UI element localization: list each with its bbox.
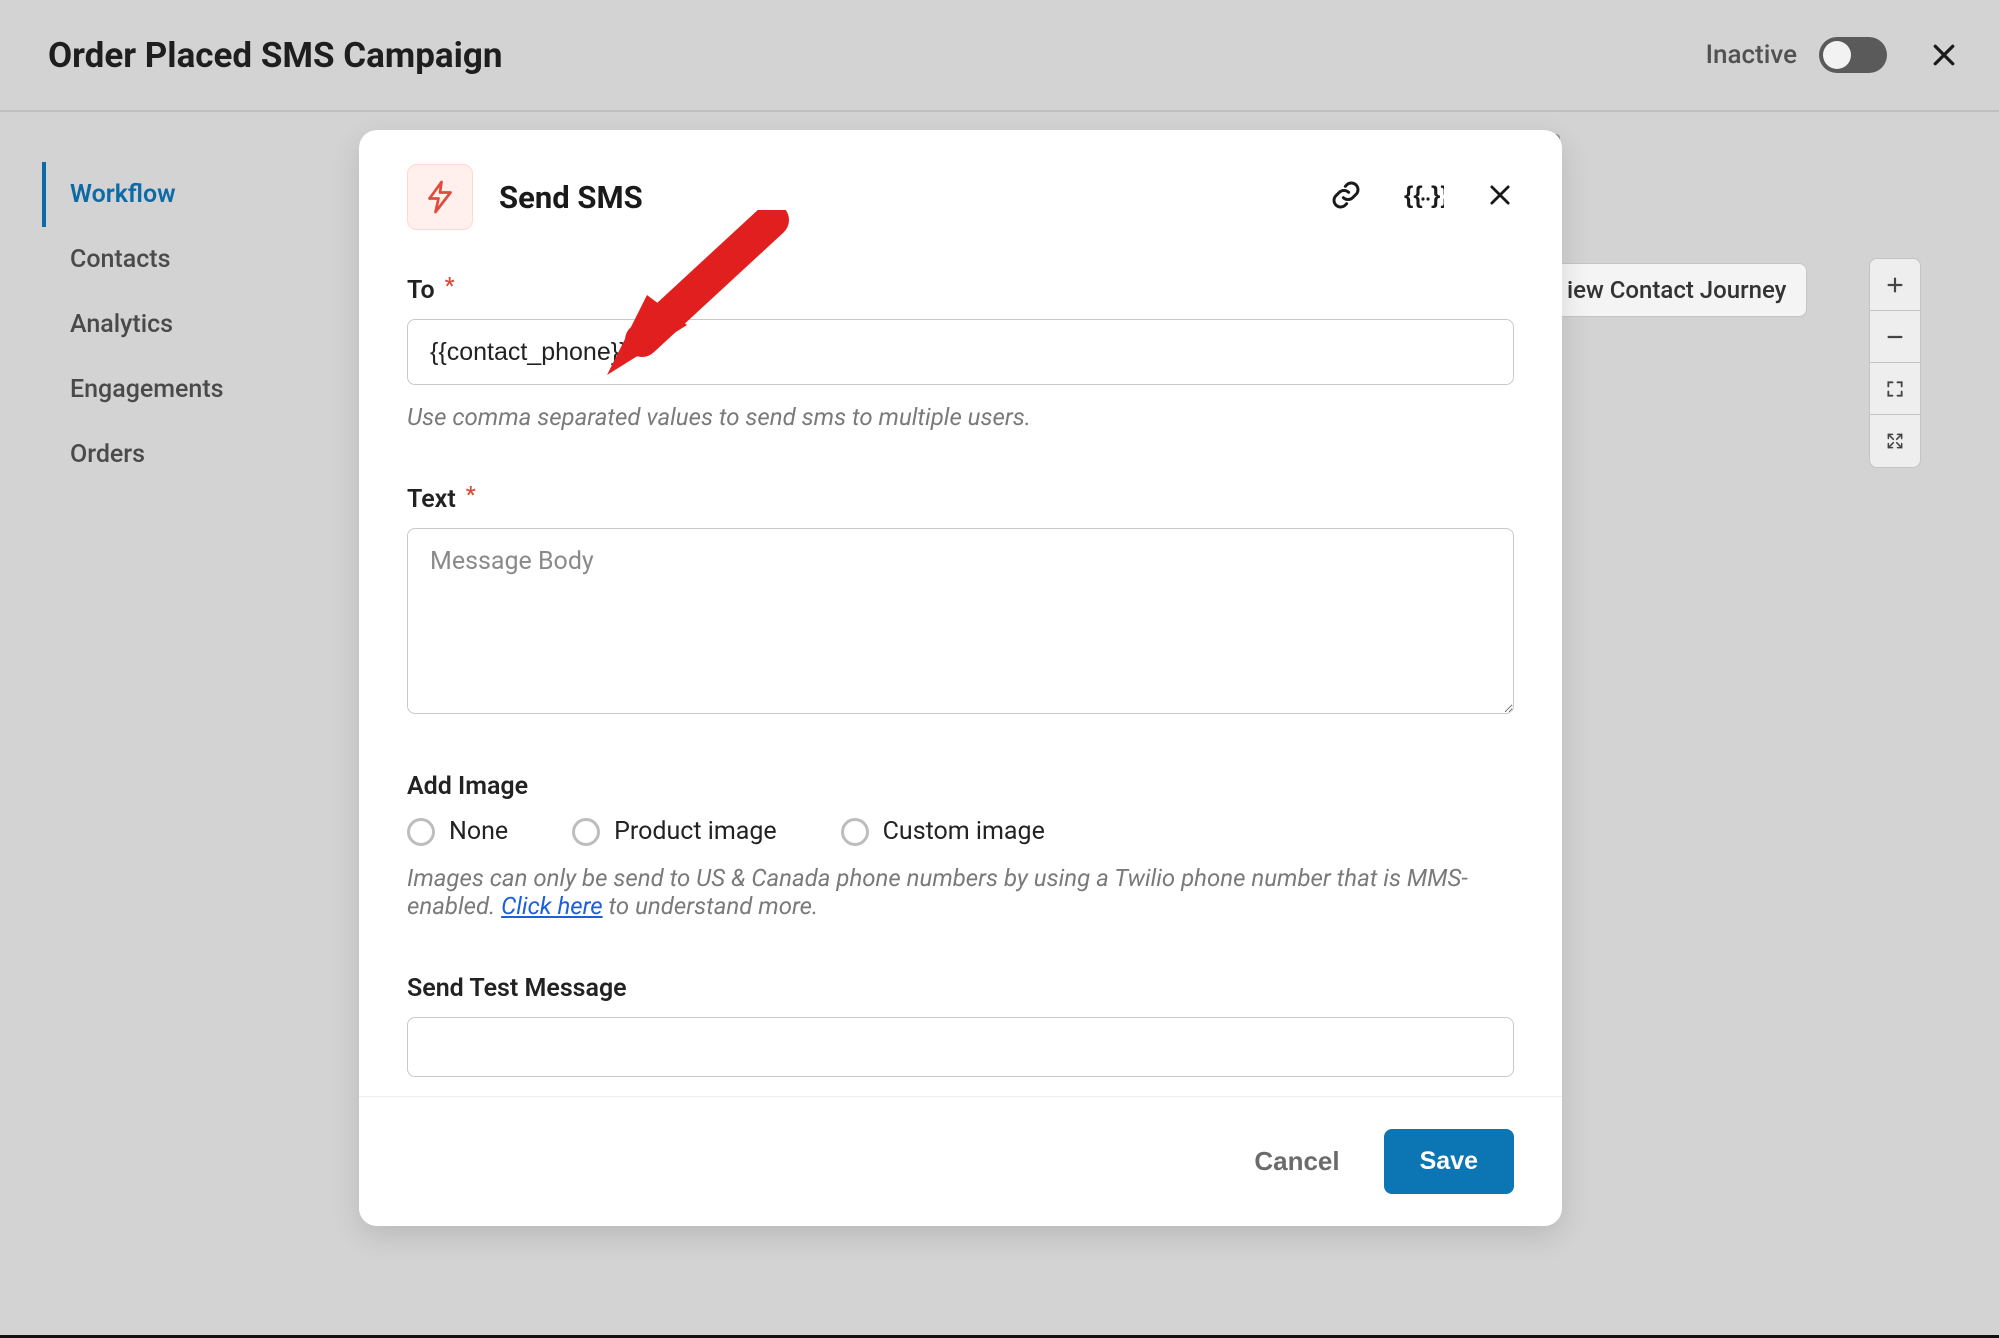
modal-header: Send SMS {{ }} (359, 130, 1562, 240)
active-toggle[interactable] (1819, 37, 1887, 73)
close-page-button[interactable] (1929, 40, 1959, 70)
send-test-section: Send Test Message (407, 974, 1514, 1077)
message-body-textarea[interactable] (407, 528, 1514, 714)
merge-tags-icon: {{ }} (1404, 182, 1444, 208)
radio-icon (841, 818, 869, 846)
lightning-icon (422, 179, 458, 215)
header-actions: Inactive (1706, 37, 1959, 73)
close-modal-button[interactable] (1486, 181, 1514, 213)
image-options: None Product image Custom image (407, 817, 1514, 846)
click-here-link[interactable]: Click here (501, 892, 603, 920)
status-label: Inactive (1706, 40, 1797, 70)
save-button[interactable]: Save (1384, 1129, 1514, 1194)
send-sms-modal: Send SMS {{ }} (359, 130, 1562, 1226)
radio-icon (572, 818, 600, 846)
svg-text:{{: {{ (1404, 182, 1423, 208)
to-label: To * (407, 276, 1514, 305)
modal-body: To * Use comma separated values to send … (359, 240, 1562, 1096)
zoom-out-button[interactable] (1870, 311, 1920, 363)
sidebar-item-contacts[interactable]: Contacts (42, 227, 248, 292)
radio-label-product: Product image (614, 817, 777, 846)
to-help-text: Use comma separated values to send sms t… (407, 403, 1514, 431)
toggle-knob (1823, 41, 1851, 69)
fit-screen-button[interactable] (1870, 363, 1920, 415)
to-input[interactable] (407, 319, 1514, 385)
sidebar-item-orders[interactable]: Orders (42, 422, 248, 487)
add-image-section: Add Image None Product image Custom imag… (407, 772, 1514, 920)
help-post: to understand more. (603, 892, 819, 920)
plus-icon (1884, 274, 1906, 296)
cancel-button[interactable]: Cancel (1242, 1130, 1351, 1193)
text-label: Text * (407, 485, 1514, 514)
sidebar-nav: Workflow Contacts Analytics Engagements … (42, 162, 248, 487)
send-test-input[interactable] (407, 1017, 1514, 1077)
modal-title: Send SMS (499, 179, 1304, 216)
required-indicator: * (445, 274, 455, 299)
to-section: To * Use comma separated values to send … (407, 276, 1514, 431)
sidebar-item-analytics[interactable]: Analytics (42, 292, 248, 357)
minus-icon (1884, 326, 1906, 348)
svg-text:}}: }} (1431, 182, 1444, 208)
radio-label-none: None (449, 817, 508, 846)
radio-icon (407, 818, 435, 846)
text-label-text: Text (407, 485, 456, 514)
add-image-help: Images can only be send to US & Canada p… (407, 864, 1514, 920)
link-icon (1330, 179, 1362, 211)
modal-header-actions: {{ }} (1330, 179, 1514, 215)
add-image-label: Add Image (407, 772, 1514, 801)
send-test-label-text: Send Test Message (407, 974, 627, 1003)
add-image-label-text: Add Image (407, 772, 528, 801)
sidebar-item-engagements[interactable]: Engagements (42, 357, 248, 422)
zoom-controls (1869, 258, 1921, 468)
sidebar-item-workflow[interactable]: Workflow (42, 162, 248, 227)
fullscreen-button[interactable] (1870, 415, 1920, 467)
fit-icon (1885, 379, 1905, 399)
image-option-custom[interactable]: Custom image (841, 817, 1045, 846)
close-icon (1486, 181, 1514, 209)
page-title: Order Placed SMS Campaign (48, 35, 1706, 76)
link-button[interactable] (1330, 179, 1362, 215)
text-section: Text * (407, 485, 1514, 718)
image-option-product[interactable]: Product image (572, 817, 777, 846)
image-option-none[interactable]: None (407, 817, 508, 846)
required-indicator: * (466, 483, 476, 508)
merge-tags-button[interactable]: {{ }} (1404, 182, 1444, 212)
expand-icon (1885, 431, 1905, 451)
modal-footer: Cancel Save (359, 1096, 1562, 1226)
action-type-icon (407, 164, 473, 230)
view-contact-journey-button[interactable]: iew Contact Journey (1546, 263, 1807, 317)
zoom-in-button[interactable] (1870, 259, 1920, 311)
page-header: Order Placed SMS Campaign Inactive (0, 0, 1999, 112)
to-label-text: To (407, 276, 435, 305)
radio-label-custom: Custom image (883, 817, 1045, 846)
send-test-label: Send Test Message (407, 974, 1514, 1003)
